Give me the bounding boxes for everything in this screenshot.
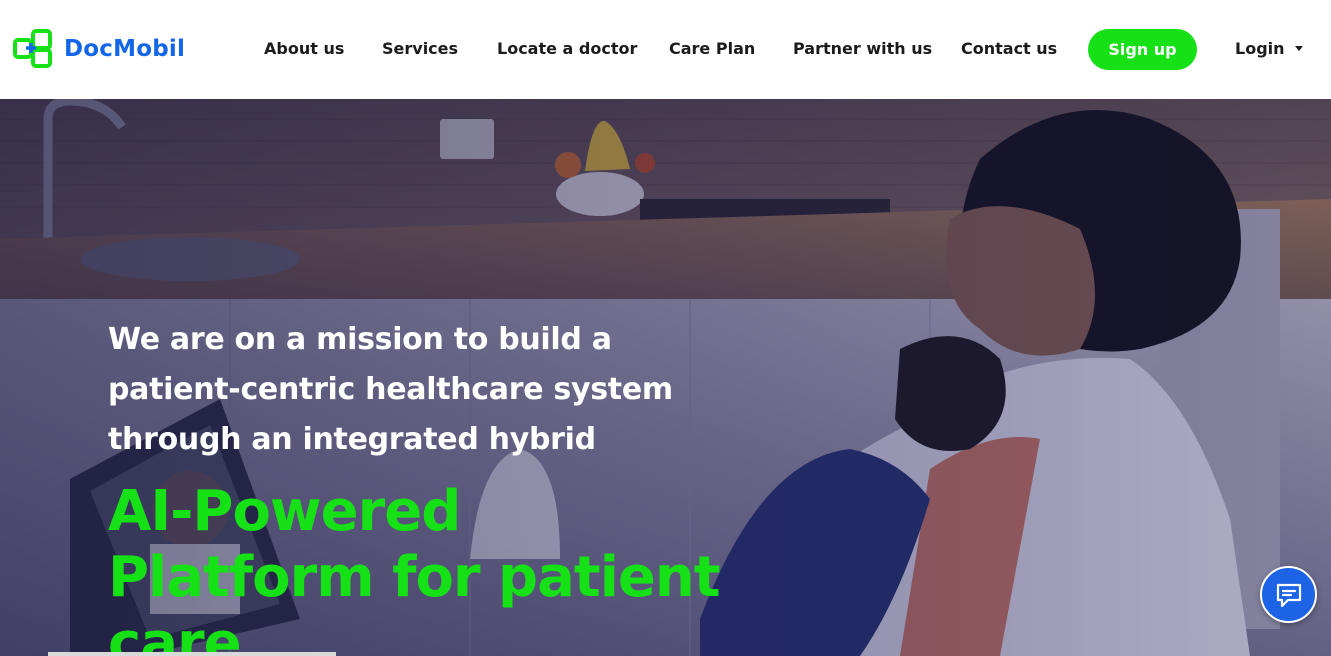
- hero-section: We are on a mission to build a patient-c…: [0, 99, 1331, 656]
- brand-name: DocMobil: [64, 36, 186, 62]
- mission-line: We are on a mission to build a: [108, 322, 612, 357]
- horizontal-scrollbar[interactable]: [48, 652, 336, 656]
- login-label: Login: [1235, 39, 1285, 58]
- docmobil-logo-icon: [13, 29, 52, 68]
- chat-icon: [1276, 583, 1301, 607]
- nav-services[interactable]: Services: [382, 39, 458, 58]
- tagline-line: AI-Powered: [108, 479, 461, 544]
- nav-care-plan[interactable]: Care Plan: [669, 39, 755, 58]
- nav-locate-a-doctor[interactable]: Locate a doctor: [497, 39, 637, 58]
- sign-up-button[interactable]: Sign up: [1088, 29, 1197, 70]
- tagline-line: care: [108, 611, 242, 656]
- mission-line: through an integrated hybrid: [108, 422, 596, 457]
- tagline-line: Platform for patient: [108, 545, 721, 610]
- nav-contact-us[interactable]: Contact us: [961, 39, 1057, 58]
- nav-partner-with-us[interactable]: Partner with us: [793, 39, 932, 58]
- mission-line: patient-centric healthcare system: [108, 372, 673, 407]
- hero-tagline: AI-Powered Platform for patient care: [108, 479, 768, 656]
- nav-about-us[interactable]: About us: [264, 39, 344, 58]
- chat-button[interactable]: [1260, 566, 1317, 623]
- brand-logo[interactable]: DocMobil: [12, 28, 185, 70]
- chevron-down-icon: [1294, 46, 1303, 51]
- site-header: DocMobil About us Services Locate a doct…: [0, 0, 1331, 99]
- login-dropdown[interactable]: Login: [1235, 39, 1303, 58]
- hero-mission-text: We are on a mission to build a patient-c…: [108, 315, 728, 465]
